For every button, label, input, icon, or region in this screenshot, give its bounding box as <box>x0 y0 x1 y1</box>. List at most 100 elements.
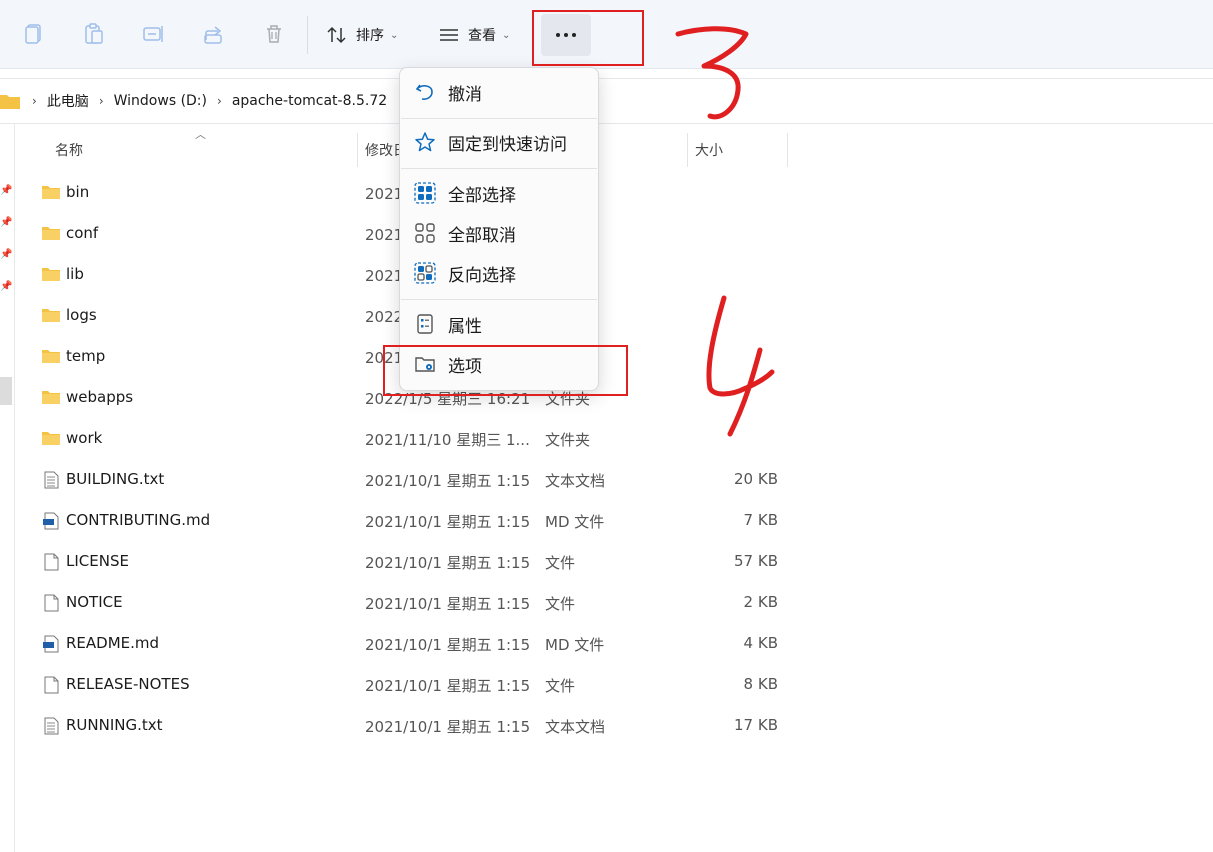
address-bar[interactable]: › 此电脑 › Windows (D:) › apache-tomcat-8.5… <box>0 78 1213 124</box>
file-type: 文本文档 <box>545 472 606 490</box>
menu-item-label: 固定到快速访问 <box>448 134 567 155</box>
chevron-right-icon: › <box>217 94 222 108</box>
column-header-modified[interactable]: 修改日期 <box>365 133 399 167</box>
file-date-modified: 2021/10/1 星期五 1:15 <box>365 718 531 736</box>
file-type: 文件 <box>545 677 576 695</box>
menu-item-label: 反向选择 <box>448 265 516 286</box>
file-name: bin <box>66 183 90 201</box>
file-name: temp <box>66 347 106 365</box>
file-size: 8 KB <box>743 675 778 693</box>
file-type: 文本文档 <box>545 718 606 736</box>
file-row[interactable]: RUNNING.txt 2021/10/1 星期五 1:15 文本文档 17 KB <box>36 705 796 746</box>
menu-item-label: 撤消 <box>448 84 482 105</box>
annotation-highlight-options <box>383 345 628 396</box>
menu-item-label: 属性 <box>448 316 482 337</box>
folder-icon <box>42 184 60 200</box>
text-file-icon <box>42 717 60 735</box>
file-type: 文件 <box>545 554 576 572</box>
menu-separator <box>401 299 597 300</box>
file-name: RUNNING.txt <box>66 716 163 734</box>
md-file-icon <box>42 635 60 653</box>
share-icon[interactable] <box>202 22 226 46</box>
paste-icon[interactable] <box>82 22 106 46</box>
menu-item-select-none[interactable]: 全部取消 <box>402 215 596 251</box>
annotation-step-3-mark <box>675 26 749 120</box>
file-size: 57 KB <box>734 552 778 570</box>
file-row[interactable]: LICENSE 2021/10/1 星期五 1:15 文件 57 KB <box>36 541 796 582</box>
sort-label: 排序 <box>356 28 384 44</box>
file-row[interactable]: work 2021/11/10 星期三 1... 文件夹 <box>36 418 796 459</box>
menu-separator <box>401 168 597 169</box>
select-all-icon <box>414 182 436 204</box>
breadcrumb-item[interactable]: 此电脑 <box>47 91 89 111</box>
menu-item-undo[interactable]: 撤消 <box>402 74 596 110</box>
menu-item-properties[interactable]: 属性 <box>402 306 596 342</box>
more-options-menu: 撤消 固定到快速访问 全部选择 全部取消 反向选择 属性 选项 <box>399 67 599 391</box>
column-header-size[interactable]: 大小 <box>695 133 723 167</box>
pin-icon: 📌 <box>0 185 13 196</box>
breadcrumb-item[interactable]: Windows (D:) <box>114 93 207 109</box>
file-name: work <box>66 429 103 447</box>
chevron-right-icon: › <box>98 94 104 108</box>
file-row[interactable]: BUILDING.txt 2021/10/1 星期五 1:15 文本文档 20 KB <box>36 459 796 500</box>
file-name: NOTICE <box>66 593 123 611</box>
delete-icon[interactable] <box>262 22 286 46</box>
menu-item-label: 全部选择 <box>448 185 516 206</box>
annotation-step-4-mark <box>706 295 775 437</box>
folder-icon <box>42 307 60 323</box>
view-button[interactable]: 查看 ⌄ <box>438 22 510 48</box>
column-divider[interactable] <box>687 133 688 167</box>
file-date-modified: 2021/10/1 星期五 1:15 <box>365 595 531 613</box>
column-divider[interactable] <box>357 133 358 167</box>
file-type: MD 文件 <box>545 513 605 531</box>
file-name: lib <box>66 265 84 283</box>
column-divider[interactable] <box>787 133 788 167</box>
select-none-icon <box>415 223 435 243</box>
star-icon <box>415 132 435 152</box>
rename-icon[interactable] <box>142 22 166 46</box>
sort-button[interactable]: 排序 ⌄ <box>326 22 398 48</box>
view-list-icon <box>440 29 458 41</box>
sort-icon <box>327 26 346 44</box>
pin-icon: 📌 <box>0 249 13 260</box>
menu-item-invert-selection[interactable]: 反向选择 <box>402 255 596 291</box>
file-date-modified: 2021/10/1 星期五 1:15 <box>365 513 531 531</box>
blank-file-icon <box>42 553 60 571</box>
file-type: 文件 <box>545 595 576 613</box>
chevron-down-icon: ⌄ <box>502 29 511 41</box>
file-date-modified: 2021/10/1 星期五 1:15 <box>365 636 531 654</box>
file-name: logs <box>66 306 97 324</box>
sort-ascending-icon: ︿ <box>195 128 206 141</box>
pin-icon: 📌 <box>0 217 13 228</box>
file-date-modified: 2021/10/1 星期五 1:15 <box>365 677 531 695</box>
folder-icon <box>0 95 20 109</box>
file-date-modified: 2021/10/1 星期五 1:15 <box>365 554 531 572</box>
chevron-right-icon: › <box>32 94 37 108</box>
menu-item-select-all[interactable]: 全部选择 <box>402 175 596 211</box>
md-file-icon <box>42 512 60 530</box>
folder-icon <box>42 430 60 446</box>
file-name: LICENSE <box>66 552 129 570</box>
copy-icon[interactable] <box>22 22 46 46</box>
menu-item-pin-quick-access[interactable]: 固定到快速访问 <box>402 124 596 160</box>
file-name: webapps <box>66 388 134 406</box>
file-row[interactable]: CONTRIBUTING.md 2021/10/1 星期五 1:15 MD 文件 7 … <box>36 500 796 541</box>
file-size: 4 KB <box>743 634 778 652</box>
file-row[interactable]: README.md 2021/10/1 星期五 1:15 MD 文件 4 KB <box>36 623 796 664</box>
breadcrumb-item[interactable]: apache-tomcat-8.5.72 <box>232 93 387 109</box>
blank-file-icon <box>42 594 60 612</box>
menu-item-label: 全部取消 <box>448 225 516 246</box>
file-size: 17 KB <box>734 716 778 734</box>
column-header-name[interactable]: 名称 <box>55 133 83 167</box>
annotation-highlight-more-button <box>532 10 644 66</box>
toolbar-separator <box>307 16 308 54</box>
file-row[interactable]: RELEASE-NOTES 2021/10/1 星期五 1:15 文件 8 KB <box>36 664 796 705</box>
chevron-down-icon: ⌄ <box>390 29 399 41</box>
blank-file-icon <box>42 676 60 694</box>
file-type: MD 文件 <box>545 636 605 654</box>
properties-icon <box>417 314 433 334</box>
menu-separator <box>401 118 597 119</box>
file-type: 文件夹 <box>545 431 591 449</box>
folder-icon <box>42 348 60 364</box>
file-row[interactable]: NOTICE 2021/10/1 星期五 1:15 文件 2 KB <box>36 582 796 623</box>
